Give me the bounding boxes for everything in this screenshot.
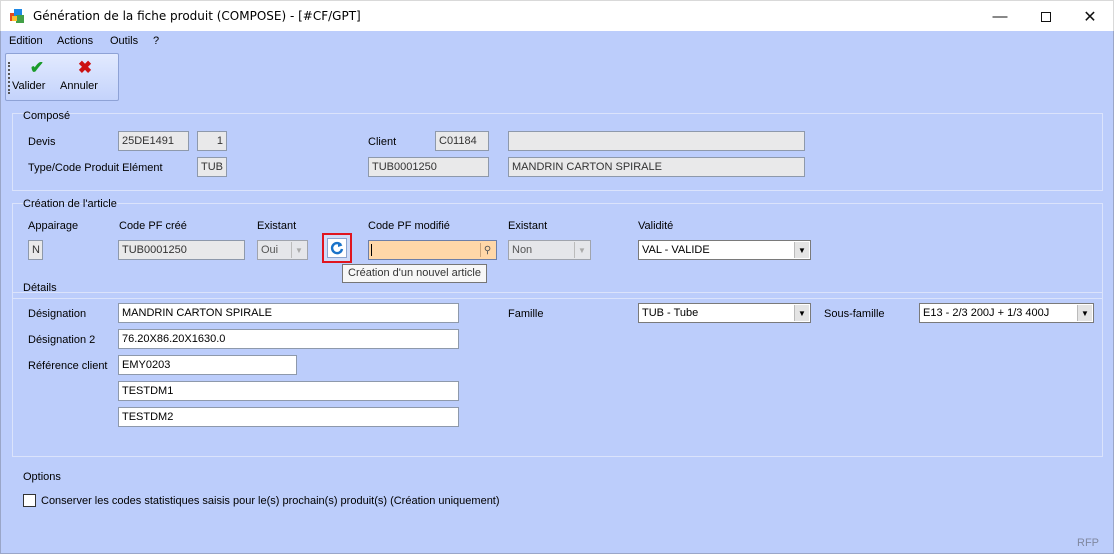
existant2-select: Non ▼ bbox=[508, 240, 591, 260]
product-code-field: TUB0001250 bbox=[368, 157, 489, 177]
designation-label: Désignation bbox=[28, 308, 87, 320]
title-bar: Génération de la fiche produit (COMPOSE)… bbox=[0, 0, 1114, 31]
status-text: RFP bbox=[1077, 537, 1099, 549]
toolbar-grip[interactable] bbox=[8, 62, 10, 94]
search-icon[interactable]: ⚲ bbox=[480, 243, 494, 257]
code-cree-field: TUB0001250 bbox=[118, 240, 245, 260]
client-code-field: C01184 bbox=[435, 131, 489, 151]
appairage-field: N bbox=[28, 240, 43, 260]
designation-input[interactable]: MANDRIN CARTON SPIRALE bbox=[118, 303, 459, 323]
devis-label: Devis bbox=[28, 136, 56, 148]
validate-button[interactable]: ✔ Valider bbox=[12, 58, 62, 98]
cancel-label: Annuler bbox=[60, 80, 98, 92]
menu-help[interactable]: ? bbox=[153, 35, 159, 47]
existant1-value: Oui bbox=[261, 244, 279, 256]
minimize-icon[interactable]: — bbox=[977, 1, 1023, 32]
options-title: Options bbox=[23, 471, 61, 483]
menu-actions[interactable]: Actions bbox=[57, 35, 93, 47]
devis-number-field: 1 bbox=[197, 131, 227, 151]
devis-field: 25DE1491 bbox=[118, 131, 189, 151]
maximize-icon[interactable] bbox=[1023, 1, 1069, 32]
app-icon bbox=[10, 9, 25, 24]
menu-edition[interactable]: Edition bbox=[9, 35, 43, 47]
existant2-value: Non bbox=[512, 244, 533, 256]
conserve-codes-label[interactable]: Conserver les codes statistiques saisis … bbox=[41, 495, 500, 507]
ref-client-label: Référence client bbox=[28, 360, 108, 372]
validite-header: Validité bbox=[638, 220, 674, 232]
toolbar: ✔ Valider ✖ Annuler bbox=[5, 53, 119, 101]
code-modifie-header: Code PF modifié bbox=[368, 220, 450, 232]
designation2-input[interactable]: 76.20X86.20X1630.0 bbox=[118, 329, 459, 349]
chevron-down-icon: ▼ bbox=[794, 242, 809, 258]
type-code-label: Type/Code Produit Elément bbox=[28, 162, 163, 174]
details-title: Détails bbox=[23, 282, 57, 294]
creation-title: Création de l'article bbox=[23, 198, 117, 210]
ref-client-input[interactable]: EMY0203 bbox=[118, 355, 297, 375]
code-cree-header: Code PF créé bbox=[119, 220, 187, 232]
product-name-field: MANDRIN CARTON SPIRALE bbox=[508, 157, 805, 177]
type-field: TUB bbox=[197, 157, 227, 177]
designation2-label: Désignation 2 bbox=[28, 334, 96, 346]
famille-value: TUB - Tube bbox=[642, 307, 699, 319]
validate-label: Valider bbox=[12, 80, 46, 92]
validite-value: VAL - VALIDE bbox=[642, 244, 710, 256]
client-label: Client bbox=[368, 136, 397, 148]
existant1-select: Oui ▼ bbox=[257, 240, 308, 260]
conserve-codes-checkbox[interactable] bbox=[23, 494, 36, 507]
chevron-down-icon: ▼ bbox=[1077, 305, 1092, 321]
window-body: Edition Actions Outils ? ✔ Valider ✖ Ann… bbox=[0, 31, 1114, 554]
chevron-down-icon: ▼ bbox=[794, 305, 809, 321]
sous-famille-select[interactable]: E13 - 2/3 200J + 1/3 400J ▼ bbox=[919, 303, 1094, 323]
existant1-header: Existant bbox=[257, 220, 297, 232]
menu-bar: Edition Actions Outils ? bbox=[1, 31, 1113, 51]
existant2-header: Existant bbox=[508, 220, 548, 232]
extra2-input[interactable]: TESTDM2 bbox=[118, 407, 459, 427]
validite-select[interactable]: VAL - VALIDE ▼ bbox=[638, 240, 811, 260]
code-modifie-input[interactable]: ⚲ bbox=[368, 240, 497, 260]
menu-outils[interactable]: Outils bbox=[110, 35, 138, 47]
famille-select[interactable]: TUB - Tube ▼ bbox=[638, 303, 811, 323]
compose-title: Composé bbox=[23, 110, 71, 122]
create-article-button[interactable] bbox=[322, 233, 352, 263]
client-name-field bbox=[508, 131, 805, 151]
cancel-button[interactable]: ✖ Annuler bbox=[60, 58, 110, 98]
window-title: Génération de la fiche produit (COMPOSE)… bbox=[33, 9, 361, 23]
compose-group bbox=[12, 113, 1103, 191]
text-cursor bbox=[371, 244, 372, 256]
close-icon[interactable]: ✕ bbox=[1067, 1, 1113, 32]
extra1-input[interactable]: TESTDM1 bbox=[118, 381, 459, 401]
chevron-down-icon: ▼ bbox=[574, 242, 589, 258]
sous-famille-label: Sous-famille bbox=[824, 308, 885, 320]
famille-label: Famille bbox=[508, 308, 544, 320]
cross-icon: ✖ bbox=[77, 58, 93, 77]
tooltip: Création d'un nouvel article bbox=[342, 264, 487, 283]
checkmark-icon: ✔ bbox=[29, 58, 45, 77]
appairage-header: Appairage bbox=[28, 220, 79, 232]
sous-famille-value: E13 - 2/3 200J + 1/3 400J bbox=[923, 307, 1050, 319]
refresh-icon bbox=[327, 238, 347, 258]
chevron-down-icon: ▼ bbox=[291, 242, 306, 258]
